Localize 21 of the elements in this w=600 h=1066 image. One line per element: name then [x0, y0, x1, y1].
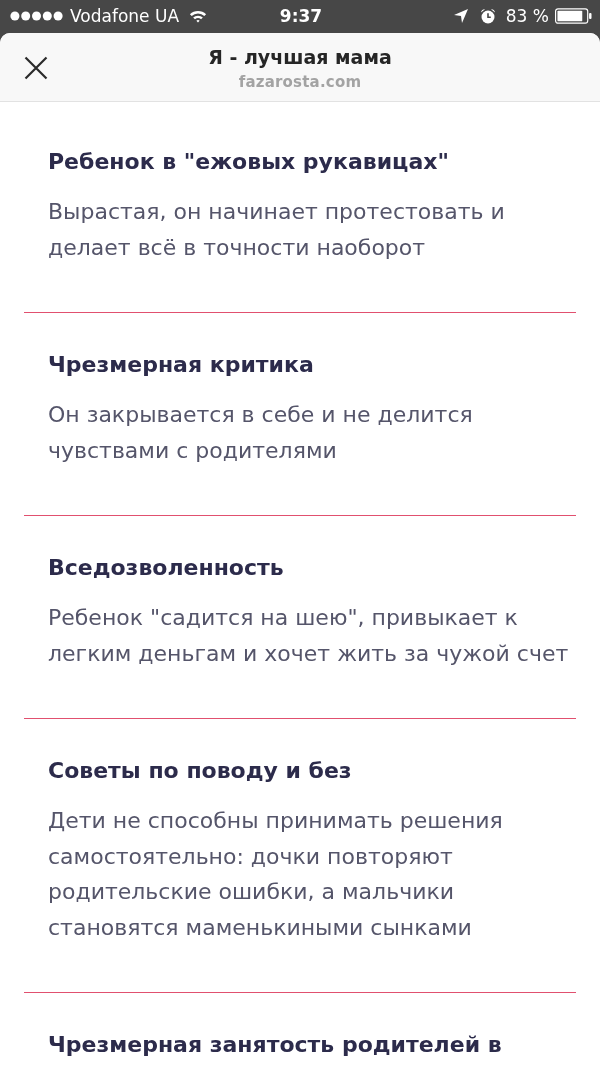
section-heading: Вседозволенность — [48, 554, 285, 582]
section-text: Ребенок "садится на шею", привыкает к легким деньгам и хочет жить за чужой счет — [48, 604, 570, 668]
carrier-name: Vodafone UA — [70, 6, 179, 26]
alarm-clock-icon — [479, 8, 496, 24]
signal-icon — [10, 11, 63, 21]
clock-time: 9:37 — [279, 6, 323, 26]
wifi-icon — [189, 9, 207, 23]
section-text: Он закрывается в себе и не делится чувствами с родителями — [48, 401, 474, 465]
battery-icon — [555, 8, 592, 24]
section-heading: Чрезмерная занятость родителей в — [48, 1031, 503, 1059]
section-heading: Ребенок в "ежовых рукавицах" — [48, 148, 450, 176]
close-button[interactable] — [24, 56, 48, 80]
site-domain: fazarosta.com — [238, 72, 362, 93]
close-icon — [24, 56, 48, 80]
section-heading: Чрезмерная критика — [48, 351, 315, 379]
location-arrow-icon — [453, 9, 468, 23]
section-heading: Советы по поводу и без — [48, 757, 353, 785]
battery-percent: 83 % — [505, 6, 549, 26]
section-text: Дети не способны принимать решения самостоятельно: дочки повторяют родительские ошибки, а мальчики становятся маменькиными сынками — [48, 807, 504, 942]
section-text: Вырастая, он начинает протестовать и делает всё в точности наоборот — [48, 198, 506, 262]
page-title: Я - лучшая мама — [208, 45, 392, 69]
